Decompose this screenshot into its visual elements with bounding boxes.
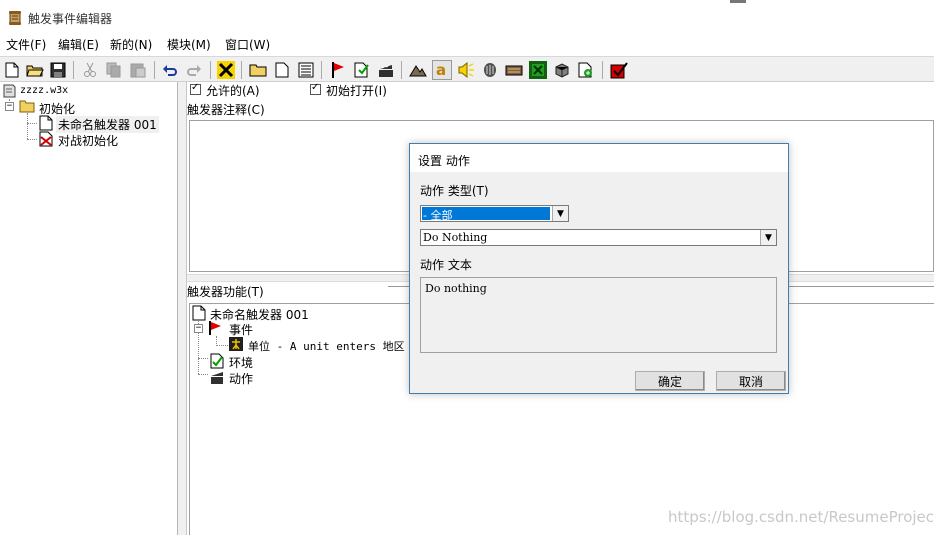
unit-editor-icon[interactable]: a	[432, 60, 452, 80]
ok-button[interactable]: 确定	[635, 371, 705, 391]
top-edge-decoration	[730, 0, 746, 3]
action-value: Do Nothing	[423, 231, 488, 244]
chevron-down-icon[interactable]: ▼	[552, 206, 568, 221]
paste-icon[interactable]	[128, 60, 148, 80]
action-text-box: Do nothing	[420, 277, 777, 353]
menu-file[interactable]: 文件(F)	[6, 36, 46, 53]
toolbar-separator	[602, 61, 603, 79]
menu-edit[interactable]: 编辑(E)	[58, 36, 99, 53]
ai-editor-icon[interactable]	[528, 60, 548, 80]
initially-on-label: 初始打开(I)	[326, 84, 387, 98]
new-condition-icon[interactable]	[352, 60, 372, 80]
action-select[interactable]: Do Nothing ▼	[420, 229, 777, 246]
disabled-trigger-icon	[39, 131, 53, 150]
delete-icon[interactable]	[216, 60, 236, 80]
action-text-label: 动作 文本	[420, 258, 472, 272]
functions-label: 触发器功能(T)	[187, 285, 264, 299]
action-type-select[interactable]: - 全部 ▼	[420, 205, 569, 222]
new-action-icon[interactable]	[376, 60, 396, 80]
new-category-icon[interactable]	[248, 60, 268, 80]
tree-root-map[interactable]: zzzz.w3x	[20, 85, 68, 96]
tree-item-unnamed-trigger[interactable]: 未命名触发器 001	[56, 116, 159, 133]
action-type-value: - 全部	[422, 207, 550, 222]
divider	[388, 286, 410, 287]
cancel-button[interactable]: 取消	[716, 371, 786, 391]
new-icon[interactable]	[2, 60, 22, 80]
collapse-toggle[interactable]: −	[194, 324, 203, 333]
panel-splitter[interactable]	[178, 82, 187, 535]
set-action-dialog: 设置 动作 动作 类型(T) - 全部 ▼ Do Nothing ▼ 动作 文本…	[409, 143, 789, 394]
cut-icon[interactable]	[80, 60, 100, 80]
actions-label[interactable]: 动作	[229, 370, 253, 387]
event-unit-enters-region[interactable]: 单位 - A unit enters 地区 0	[248, 338, 418, 354]
menu-window[interactable]: 窗口(W)	[225, 36, 270, 53]
trigger-editor-icon[interactable]	[609, 60, 629, 80]
initially-on-checkbox[interactable]	[310, 82, 321, 95]
scroll-icon	[7, 10, 23, 26]
divider	[786, 286, 934, 287]
action-type-label: 动作 类型(T)	[420, 184, 489, 198]
toolbar-separator	[73, 61, 74, 79]
tree-item-melee-init[interactable]: 对战初始化	[58, 132, 118, 149]
sound-editor-icon[interactable]	[456, 60, 476, 80]
test-map-icon[interactable]	[576, 60, 596, 80]
redo-icon[interactable]	[184, 60, 204, 80]
action-icon	[210, 369, 224, 388]
dialog-title-bar[interactable]: 设置 动作	[410, 144, 788, 172]
toolbar-separator	[154, 61, 155, 79]
trigger-icon	[192, 305, 206, 324]
object-editor-icon[interactable]	[480, 60, 500, 80]
campaign-editor-icon[interactable]	[504, 60, 524, 80]
dialog-title: 设置 动作	[418, 154, 470, 168]
save-icon[interactable]	[48, 60, 68, 80]
enabled-checkbox[interactable]	[190, 82, 201, 95]
trigger-tree: zzzz.w3x − 初始化 未命名触发器 001 对战初始化	[0, 82, 178, 535]
events-label[interactable]: 事件	[229, 321, 253, 338]
new-trigger-icon[interactable]	[272, 60, 292, 80]
trigger-name[interactable]: 未命名触发器 001	[210, 306, 309, 323]
undo-icon[interactable]	[160, 60, 180, 80]
action-text-value: Do nothing	[425, 282, 487, 295]
import-manager-icon[interactable]	[552, 60, 572, 80]
svg-text:a: a	[436, 62, 446, 78]
enabled-label: 允许的(A)	[206, 84, 260, 98]
toolbar-separator	[241, 61, 242, 79]
comment-label: 触发器注释(C)	[187, 103, 265, 117]
open-icon[interactable]	[25, 60, 45, 80]
unit-event-icon	[229, 337, 243, 354]
window-title: 触发事件编辑器	[28, 12, 113, 26]
title-bar: 触发事件编辑器	[0, 0, 934, 34]
toolbar-separator	[210, 61, 211, 79]
conditions-label[interactable]: 环境	[229, 354, 253, 371]
toolbar: a	[0, 56, 934, 82]
menu-module[interactable]: 模块(M)	[167, 36, 211, 53]
menu-new[interactable]: 新的(N)	[110, 36, 152, 53]
new-event-icon[interactable]	[328, 60, 348, 80]
terrain-editor-icon[interactable]	[408, 60, 428, 80]
chevron-down-icon[interactable]: ▼	[760, 230, 776, 245]
copy-icon[interactable]	[104, 60, 124, 80]
new-comment-icon[interactable]	[296, 60, 316, 80]
menu-bar: 文件(F) 编辑(E) 新的(N) 模块(M) 窗口(W)	[0, 34, 934, 54]
event-flag-icon	[208, 320, 222, 339]
toolbar-separator	[401, 61, 402, 79]
toolbar-separator	[321, 61, 322, 79]
watermark-text: https://blog.csdn.net/ResumeProject	[668, 508, 934, 526]
collapse-toggle[interactable]: −	[5, 102, 14, 111]
